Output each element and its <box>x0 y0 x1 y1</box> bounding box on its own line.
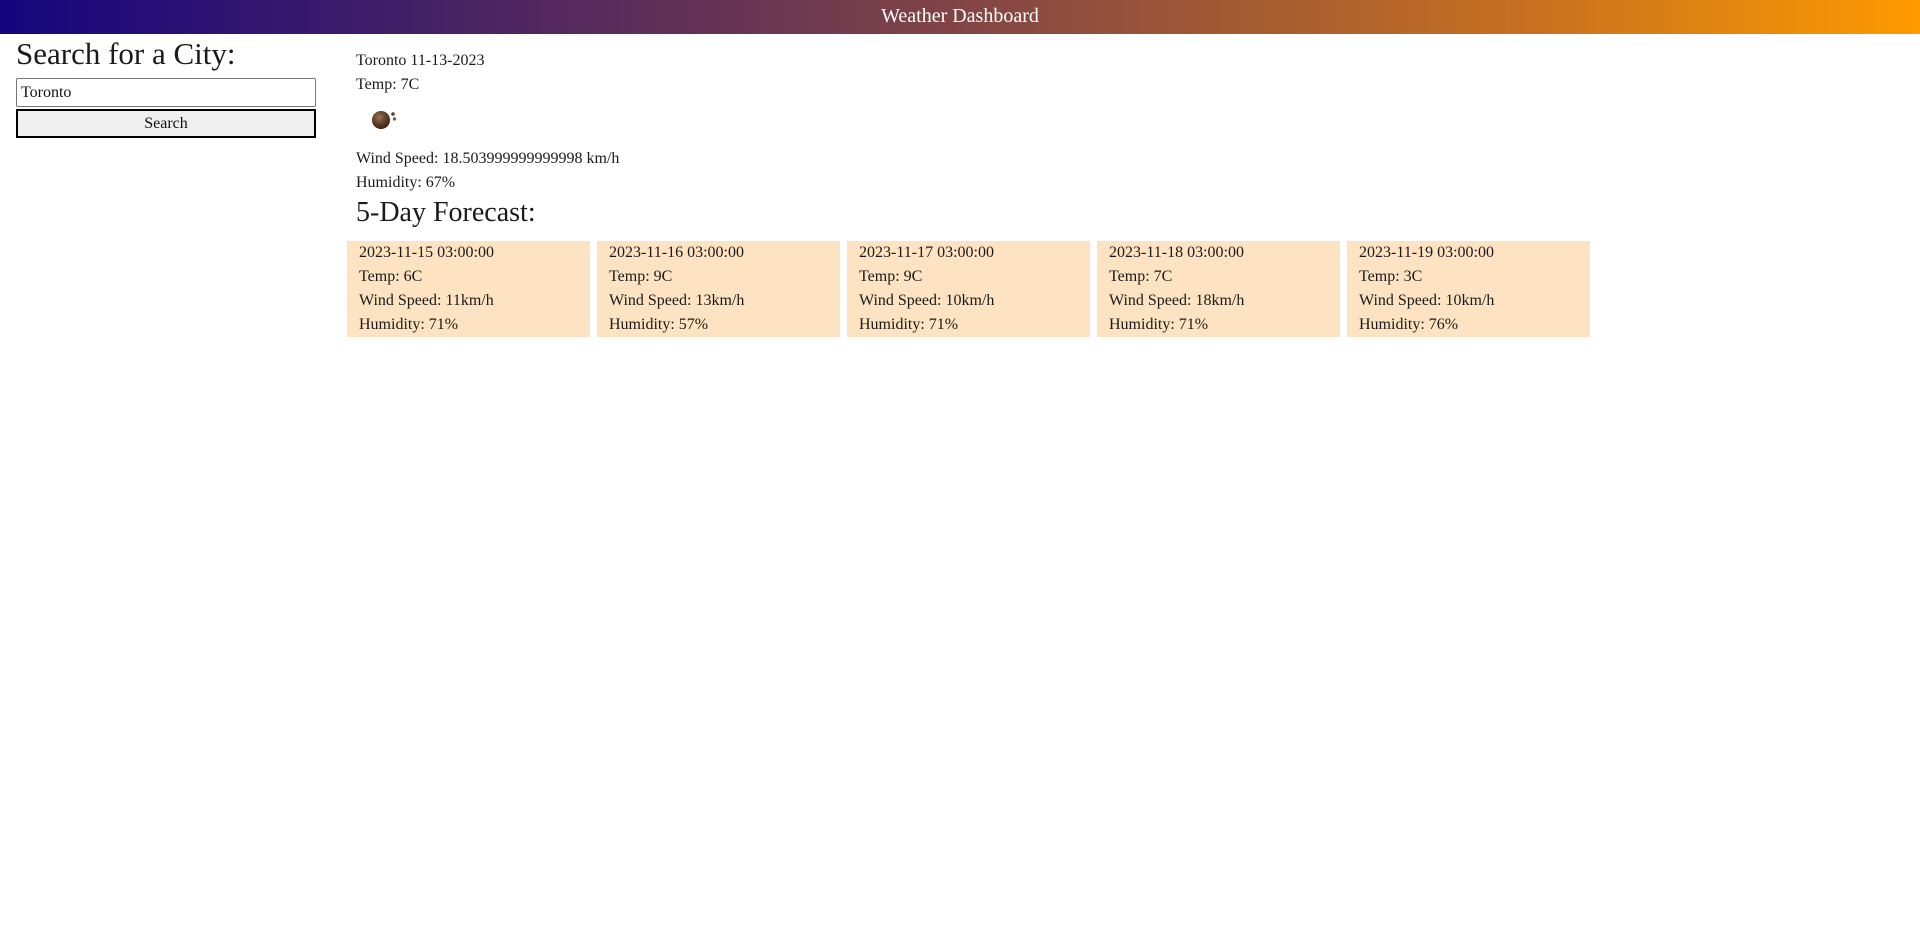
forecast-wind: Wind Speed: 10km/h <box>859 292 995 309</box>
forecast-wind: Wind Speed: 10km/h <box>1359 292 1495 309</box>
forecast-wind: Wind Speed: 11km/h <box>359 292 494 309</box>
app-title: Weather Dashboard <box>881 5 1039 27</box>
forecast-date: 2023-11-16 03:00:00 <box>609 244 744 261</box>
forecast-humidity: Humidity: 57% <box>609 316 709 333</box>
forecast-heading: 5-Day Forecast: <box>356 197 536 228</box>
cloudy-weather-icon <box>372 111 397 129</box>
search-button[interactable]: Search <box>16 109 316 138</box>
forecast-date: 2023-11-18 03:00:00 <box>1109 244 1244 261</box>
current-weather: Toronto 11-13-2023 Temp: 7C Wind Speed: … <box>356 49 619 195</box>
forecast-card: 2023-11-19 03:00:00 Temp: 3C Wind Speed:… <box>1347 241 1590 337</box>
forecast-card: 2023-11-15 03:00:00 Temp: 6C Wind Speed:… <box>347 241 590 337</box>
forecast-temp: Temp: 9C <box>609 268 673 285</box>
forecast-card: 2023-11-17 03:00:00 Temp: 9C Wind Speed:… <box>847 241 1090 337</box>
forecast-wind: Wind Speed: 13km/h <box>609 292 745 309</box>
search-heading: Search for a City: <box>16 36 236 71</box>
forecast-humidity: Humidity: 71% <box>359 316 459 333</box>
current-humidity: Humidity: 67% <box>356 174 456 191</box>
forecast-wind: Wind Speed: 18km/h <box>1109 292 1245 309</box>
app-header: Weather Dashboard <box>0 0 1920 34</box>
search-panel: Search for a City: Search <box>16 36 316 138</box>
current-city-date: Toronto 11-13-2023 <box>356 52 485 69</box>
current-weather-icon-container <box>356 97 619 147</box>
current-wind: Wind Speed: 18.503999999999998 km/h <box>356 150 620 167</box>
forecast-humidity: Humidity: 71% <box>859 316 959 333</box>
forecast-list: 2023-11-15 03:00:00 Temp: 6C Wind Speed:… <box>347 241 1590 337</box>
forecast-date: 2023-11-19 03:00:00 <box>1359 244 1494 261</box>
forecast-humidity: Humidity: 76% <box>1359 316 1459 333</box>
forecast-temp: Temp: 3C <box>1359 268 1423 285</box>
forecast-temp: Temp: 7C <box>1109 268 1173 285</box>
forecast-temp: Temp: 9C <box>859 268 923 285</box>
city-search-input[interactable] <box>16 78 316 107</box>
forecast-card: 2023-11-18 03:00:00 Temp: 7C Wind Speed:… <box>1097 241 1340 337</box>
forecast-humidity: Humidity: 71% <box>1109 316 1209 333</box>
forecast-card: 2023-11-16 03:00:00 Temp: 9C Wind Speed:… <box>597 241 840 337</box>
forecast-temp: Temp: 6C <box>359 268 423 285</box>
forecast-date: 2023-11-17 03:00:00 <box>859 244 994 261</box>
forecast-date: 2023-11-15 03:00:00 <box>359 244 494 261</box>
current-temp: Temp: 7C <box>356 76 420 93</box>
